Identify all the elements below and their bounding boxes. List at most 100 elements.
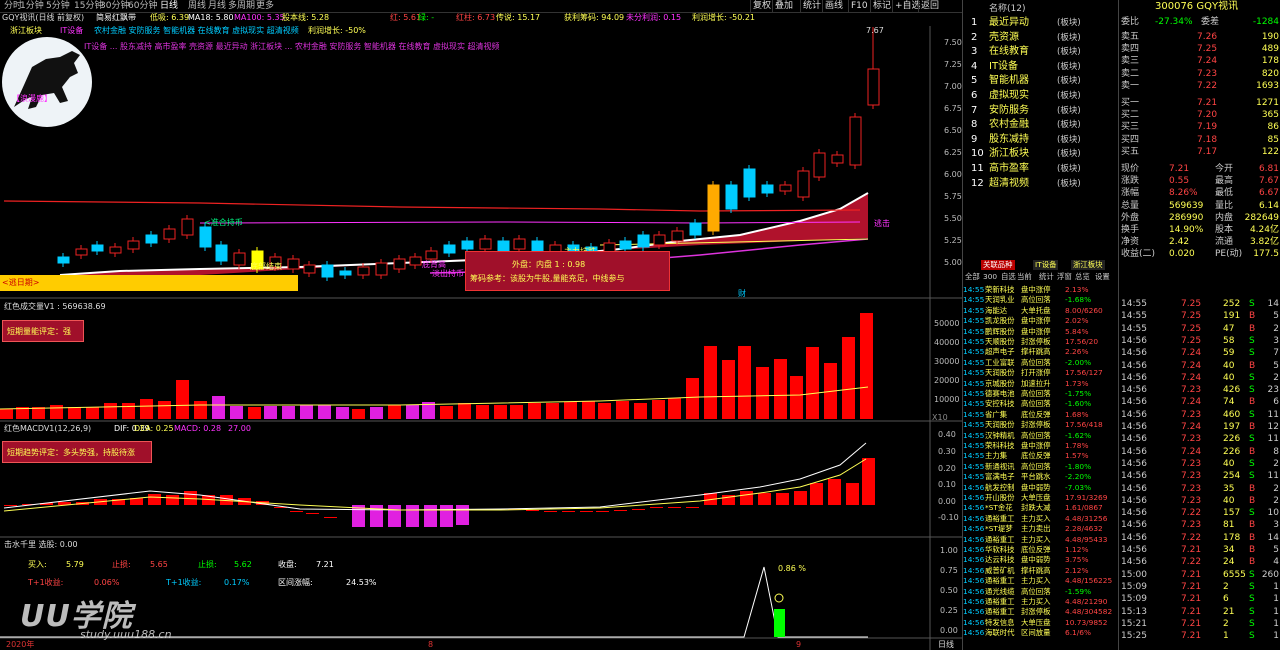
news-stock-31[interactable]: 通裕重工 xyxy=(985,607,1015,617)
news-stock-28[interactable]: 通裕重工 xyxy=(985,576,1015,586)
news-stock-20[interactable]: 开山股份 xyxy=(985,493,1015,503)
toolbar-button-2[interactable]: 统计 xyxy=(800,0,823,13)
macd-tick-0: 0.40 xyxy=(938,430,956,439)
tick-vol-9: 460 xyxy=(1223,409,1241,420)
news-stock-4[interactable]: 鹏辉股份 xyxy=(985,327,1015,337)
tick-time-25: 15:13 xyxy=(1121,606,1147,617)
news-stock-6[interactable]: 超声电子 xyxy=(985,347,1015,357)
list-name-3[interactable]: IT设备 xyxy=(989,60,1018,74)
period-tab-10[interactable]: 更多 xyxy=(256,0,274,13)
sell-label-2: 卖三 xyxy=(1121,56,1140,67)
news-time-26: 14:56 xyxy=(963,555,985,565)
tick-price-24: 7.21 xyxy=(1181,594,1202,605)
news-stock-27[interactable]: 威普矿机 xyxy=(985,566,1015,576)
tick-count-16: 2 xyxy=(1273,495,1279,506)
period-tab-6[interactable]: 日线 xyxy=(160,0,178,13)
market-radar-panel: 关联品种 IT设备 浙江板块 全部 300 自选 当前 统计 浮窗 总览 设置 14:55 荣新科技 盘中… xyxy=(962,258,1118,650)
news-stock-2[interactable]: 海能达 xyxy=(985,306,1007,316)
toolbar-button-4[interactable]: F10 xyxy=(848,0,870,13)
news-subtab-1[interactable]: 300 xyxy=(983,272,997,282)
news-stock-30[interactable]: 通裕重工 xyxy=(985,597,1015,607)
news-stock-29[interactable]: 通光线缆 xyxy=(985,587,1015,597)
list-name-1[interactable]: 壳资源 xyxy=(989,31,1019,45)
weibi-label: 委比 xyxy=(1121,17,1140,27)
news-subtab-5[interactable]: 浮窗 xyxy=(1057,272,1072,282)
list-name-7[interactable]: 农村金融 xyxy=(989,118,1029,132)
news-stock-23[interactable]: *ST堤梦 xyxy=(985,524,1013,534)
news-stock-24[interactable]: 通裕重工 xyxy=(985,535,1015,545)
news-stock-3[interactable]: 凯龙股份 xyxy=(985,316,1015,326)
list-num-9: 10 xyxy=(971,148,984,160)
candle-body-20 xyxy=(409,256,422,266)
tick-vol-27: 1 xyxy=(1223,631,1229,642)
news-stock-8[interactable]: 天润股份 xyxy=(985,368,1015,378)
news-subtab-3[interactable]: 当前 xyxy=(1017,272,1032,282)
volume-bar-27 xyxy=(476,405,489,419)
news-stock-17[interactable]: 新通视讯 xyxy=(985,462,1015,472)
period-tab-5[interactable]: 60分钟 xyxy=(128,0,157,13)
list-name-0[interactable]: 最近异动 xyxy=(989,16,1029,30)
news-value-29: -1.59% xyxy=(1065,586,1092,596)
news-stock-9[interactable]: 京城股份 xyxy=(985,379,1015,389)
list-name-8[interactable]: 股东减持 xyxy=(989,133,1029,147)
concept-line-1: 农村金融 安防服务 智能机器 在线教育 虚拟现实 超清视频 xyxy=(94,26,299,35)
news-subtab-0[interactable]: 全部 xyxy=(965,272,980,282)
news-tab-1[interactable]: IT设备 xyxy=(1033,260,1059,270)
toolbar-button-7[interactable]: 返回 xyxy=(918,0,941,13)
list-name-4[interactable]: 智能机器 xyxy=(989,74,1029,88)
news-subtab-4[interactable]: 统计 xyxy=(1039,272,1054,282)
period-tab-2[interactable]: 5分钟 xyxy=(46,0,70,13)
news-tab-2[interactable]: 浙江板块 xyxy=(1071,260,1105,270)
period-tab-1[interactable]: 1分钟 xyxy=(20,0,44,13)
buy-label-4: 买五 xyxy=(1121,146,1140,157)
news-stock-14[interactable]: 汉钟精机 xyxy=(985,431,1015,441)
news-subtab-2[interactable]: 自选 xyxy=(1001,272,1016,282)
period-tab-4[interactable]: 30分钟 xyxy=(100,0,129,13)
news-stock-0[interactable]: 荣新科技 xyxy=(985,285,1015,295)
toolbar-button-3[interactable]: 画线 xyxy=(822,0,845,13)
news-stock-12[interactable]: 省广集 xyxy=(985,410,1007,420)
list-name-6[interactable]: 安防服务 xyxy=(989,104,1029,118)
news-stock-22[interactable]: 通裕重工 xyxy=(985,514,1015,524)
tick-vol-1: 191 xyxy=(1223,311,1241,322)
news-stock-5[interactable]: 天顺股份 xyxy=(985,337,1015,347)
news-stock-1[interactable]: 天润乳业 xyxy=(985,295,1015,305)
list-name-9[interactable]: 浙江板块 xyxy=(989,147,1029,161)
news-stock-19[interactable]: 航发控制 xyxy=(985,483,1015,493)
news-stock-18[interactable]: 富满电子 xyxy=(985,472,1015,482)
price-tick-0: 7.50 xyxy=(944,38,962,47)
news-stock-13[interactable]: 天润股份 xyxy=(985,420,1015,430)
news-stock-16[interactable]: 主力集 xyxy=(985,451,1007,461)
toolbar-button-1[interactable]: 叠加 xyxy=(772,0,795,13)
list-tag-11: (板块) xyxy=(1057,178,1081,189)
tick-time-26: 15:21 xyxy=(1121,618,1147,629)
tick-price-5: 7.24 xyxy=(1181,360,1202,371)
news-stock-15[interactable]: 荣科科技 xyxy=(985,441,1015,451)
list-name-10[interactable]: 高市盈率 xyxy=(989,162,1029,176)
macd-bar-0 xyxy=(4,505,17,506)
news-stock-21[interactable]: *ST金花 xyxy=(985,503,1013,513)
macd-bar-31 xyxy=(562,511,575,512)
news-stock-33[interactable]: 海联时代 xyxy=(985,628,1015,638)
news-subtab-7[interactable]: 设置 xyxy=(1095,272,1110,282)
news-subtab-6[interactable]: 总览 xyxy=(1075,272,1090,282)
toolbar-button-0[interactable]: 复权 xyxy=(750,0,773,13)
news-stock-11[interactable]: 安控科技 xyxy=(985,399,1015,409)
period-tab-9[interactable]: 多周期 xyxy=(228,0,255,13)
period-tab-8[interactable]: 月线 xyxy=(208,0,226,13)
news-stock-7[interactable]: 工业富联 xyxy=(985,358,1015,368)
news-tab-0[interactable]: 关联品种 xyxy=(981,260,1015,270)
news-stock-26[interactable]: 达云科技 xyxy=(985,555,1015,565)
list-name-11[interactable]: 超清视频 xyxy=(989,177,1029,191)
tick-count-7: 23 xyxy=(1267,385,1279,396)
news-stock-10[interactable]: 德赛电池 xyxy=(985,389,1015,399)
buy-row-1: 买二 7.20 365 xyxy=(1119,110,1280,121)
list-name-5[interactable]: 虚拟现实 xyxy=(989,89,1029,103)
news-stock-25[interactable]: 华软科技 xyxy=(985,545,1015,555)
toolbar-button-5[interactable]: 标记 xyxy=(870,0,893,13)
stat-value-a-4: 286990 xyxy=(1169,212,1204,223)
macd-bar-25 xyxy=(456,505,469,525)
period-tab-7[interactable]: 周线 xyxy=(188,0,206,13)
news-stock-32[interactable]: 特发信息 xyxy=(985,618,1015,628)
list-name-2[interactable]: 在线教育 xyxy=(989,45,1029,59)
